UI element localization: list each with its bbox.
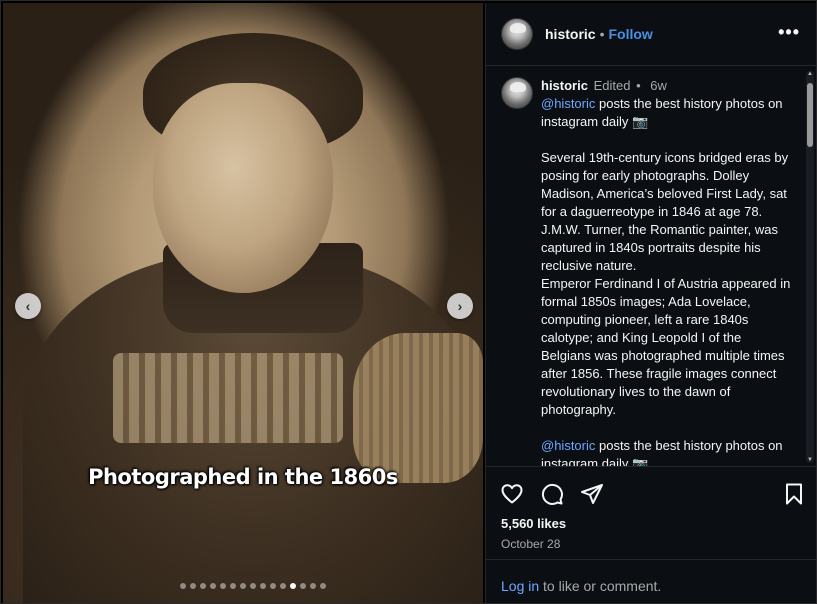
scroll-thumb[interactable]	[807, 83, 813, 147]
likes-count[interactable]: 5,560 likes	[501, 516, 566, 531]
comment-button[interactable]	[538, 480, 566, 508]
chevron-right-icon: ›	[457, 298, 463, 314]
comments-scrollbar[interactable]: ▲ ▼	[806, 71, 814, 463]
carousel-dot[interactable]	[290, 583, 296, 589]
portrait-epaulette	[353, 333, 483, 483]
carousel-dot[interactable]	[210, 583, 216, 589]
post-side-panel: historic • Follow ••• historic Edited • …	[485, 3, 816, 603]
carousel-dot[interactable]	[300, 583, 306, 589]
header-separator: •	[599, 26, 605, 42]
bookmark-icon	[786, 483, 802, 505]
carousel-dot[interactable]	[190, 583, 196, 589]
share-button[interactable]	[578, 480, 606, 508]
caption-mention[interactable]: @historic	[541, 96, 595, 111]
carousel-dot[interactable]	[320, 583, 326, 589]
portrait-medals	[113, 353, 343, 443]
carousel-dot[interactable]	[280, 583, 286, 589]
comment-icon	[541, 483, 563, 505]
caption-paragraph-1: Several 19th-century icons bridged eras …	[541, 150, 789, 273]
login-link[interactable]: Log in	[501, 578, 539, 594]
comments-section[interactable]: historic Edited • 6w @historic posts the…	[486, 67, 816, 467]
caption-paragraph-2: Emperor Ferdinand I of Austria appeared …	[541, 276, 791, 417]
login-prompt: Log in to like or comment.	[486, 559, 816, 603]
login-suffix: to like or comment.	[539, 578, 662, 594]
instagram-post: Photographed in the 1860s ‹ › historic •…	[0, 0, 817, 604]
caption-avatar[interactable]	[501, 77, 533, 109]
carousel-dot[interactable]	[240, 583, 246, 589]
more-options-icon[interactable]: •••	[778, 23, 800, 41]
carousel-dot[interactable]	[200, 583, 206, 589]
header-username[interactable]: historic	[545, 26, 596, 42]
like-button[interactable]	[498, 480, 526, 508]
post-header: historic • Follow •••	[486, 3, 816, 66]
carousel-next-button[interactable]: ›	[447, 293, 473, 319]
carousel-dots	[3, 583, 483, 589]
scroll-down-icon[interactable]: ▼	[806, 457, 814, 463]
avatar[interactable]	[501, 18, 533, 50]
carousel-dot[interactable]	[220, 583, 226, 589]
action-bar	[498, 479, 808, 509]
carousel-prev-button[interactable]: ‹	[15, 293, 41, 319]
heart-icon	[501, 484, 523, 504]
caption-age[interactable]: 6w	[650, 78, 667, 93]
carousel-dot[interactable]	[270, 583, 276, 589]
scroll-up-icon[interactable]: ▲	[806, 71, 814, 77]
carousel-dot[interactable]	[180, 583, 186, 589]
caption-separator: •	[636, 78, 641, 93]
portrait-face	[153, 83, 333, 293]
image-overlay-caption: Photographed in the 1860s	[88, 465, 398, 489]
post-date[interactable]: October 28	[501, 537, 560, 551]
caption-outro-mention[interactable]: @historic	[541, 438, 595, 453]
caption-text: historic Edited • 6w @historic posts the…	[541, 77, 791, 466]
caption-comment: historic Edited • 6w @historic posts the…	[501, 77, 791, 466]
carousel-dot[interactable]	[310, 583, 316, 589]
post-image[interactable]: Photographed in the 1860s ‹ ›	[3, 3, 483, 603]
edited-label: Edited	[593, 78, 631, 93]
carousel-dot[interactable]	[230, 583, 236, 589]
follow-button[interactable]: Follow	[608, 26, 652, 42]
caption-username[interactable]: historic	[541, 78, 588, 93]
chevron-left-icon: ‹	[25, 298, 31, 314]
save-button[interactable]	[780, 480, 808, 508]
carousel-dot[interactable]	[250, 583, 256, 589]
share-icon	[581, 484, 603, 504]
carousel-dot[interactable]	[260, 583, 266, 589]
